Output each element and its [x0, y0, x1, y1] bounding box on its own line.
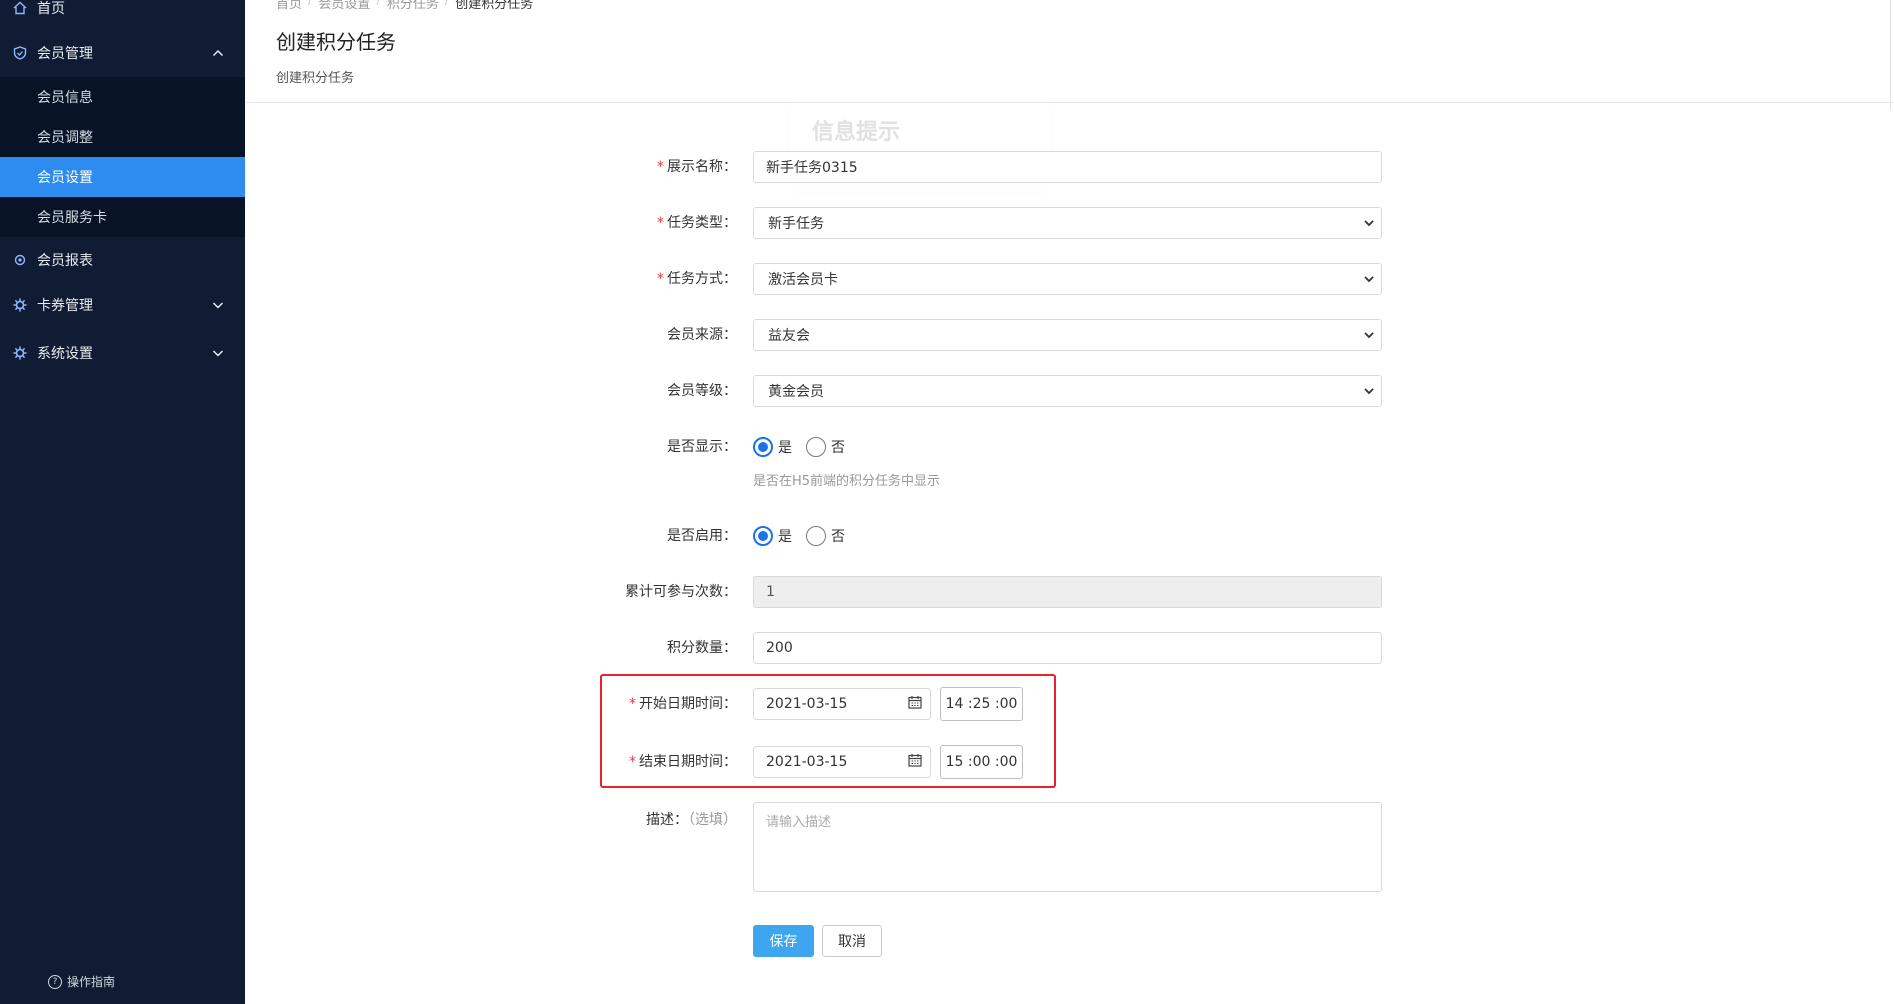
task-type-value: 新手任务 — [768, 216, 824, 232]
is-display-label: 是否显示： — [667, 439, 737, 455]
start-date-input[interactable]: 2021-03-15 — [753, 688, 931, 720]
breadcrumb-item[interactable]: 积分任务 — [387, 0, 439, 12]
is-display-radio-group: 是 否 — [753, 437, 859, 457]
member-source-select[interactable]: 益友会 — [753, 319, 1382, 351]
participation-count-input — [753, 576, 1382, 608]
points-input[interactable] — [753, 632, 1382, 664]
content-border — [1890, 0, 1891, 110]
gear-icon — [13, 253, 27, 267]
sidebar-subitem-label: 会员服务卡 — [37, 210, 107, 226]
member-source-label: 会员来源： — [667, 327, 737, 343]
sidebar-item-label: 系统设置 — [37, 346, 93, 362]
is-display-hint: 是否在H5前端的积分任务中显示 — [753, 474, 941, 489]
breadcrumb: 首页 / 会员设置 / 积分任务 / 创建积分任务 — [276, 0, 533, 12]
member-level-label: 会员等级： — [667, 383, 737, 399]
display-name-label: * 展示名称： — [657, 159, 737, 175]
start-time-input[interactable]: 14 :25 :00 — [940, 687, 1023, 721]
end-time-input[interactable]: 15 :00 :00 — [940, 745, 1023, 779]
header-divider — [245, 102, 1894, 103]
sidebar-subitem-member-info[interactable]: 会员信息 — [0, 77, 245, 117]
sidebar-item-label: 会员管理 — [37, 46, 93, 62]
cog-icon — [13, 346, 27, 360]
breadcrumb-separator: / — [376, 0, 381, 8]
sidebar-item-label: 会员报表 — [37, 253, 93, 269]
radio-label-yes: 是 — [778, 529, 792, 545]
chevron-down-icon — [1363, 273, 1375, 285]
shield-icon — [13, 46, 27, 60]
sidebar-subitem-label: 会员信息 — [37, 90, 93, 106]
sidebar-item-label: 卡券管理 — [37, 298, 93, 314]
task-method-label: * 任务方式： — [657, 271, 737, 287]
is-display-yes-radio[interactable] — [753, 437, 773, 457]
cog-icon — [13, 298, 27, 312]
breadcrumb-current: 创建积分任务 — [455, 0, 534, 12]
sidebar-item-member-management[interactable]: 会员管理 — [0, 33, 245, 73]
operation-guide-link[interactable]: ? 操作指南 — [48, 973, 115, 990]
is-enabled-radio-group: 是 否 — [753, 526, 859, 546]
calendar-icon[interactable] — [908, 753, 922, 771]
breadcrumb-separator: / — [308, 0, 313, 8]
sidebar-subitem-member-adjust[interactable]: 会员调整 — [0, 117, 245, 157]
radio-label-no: 否 — [831, 529, 845, 545]
sidebar-subitem-label: 会员调整 — [37, 130, 93, 146]
sidebar-item-member-report[interactable]: 会员报表 — [0, 240, 245, 280]
task-type-label: * 任务类型： — [657, 215, 737, 231]
save-button[interactable]: 保存 — [753, 925, 814, 957]
member-submenu: 会员信息 会员调整 会员设置 会员服务卡 — [0, 77, 245, 237]
chevron-down-icon — [1363, 385, 1375, 397]
task-method-select[interactable]: 激活会员卡 — [753, 263, 1382, 295]
chevron-up-icon — [211, 46, 225, 60]
cancel-button[interactable]: 取消 — [822, 925, 882, 957]
sidebar-subitem-member-settings[interactable]: 会员设置 — [0, 157, 245, 197]
toast-title: 信息提示 — [812, 120, 901, 145]
points-label: 积分数量： — [667, 640, 737, 656]
start-date-value: 2021-03-15 — [766, 696, 848, 712]
sidebar-subitem-member-service-card[interactable]: 会员服务卡 — [0, 197, 245, 237]
page-title: 创建积分任务 — [276, 30, 396, 54]
end-date-value: 2021-03-15 — [766, 754, 848, 770]
breadcrumb-separator: / — [444, 0, 450, 8]
member-source-value: 益友会 — [768, 328, 810, 344]
chevron-down-icon — [1363, 217, 1375, 229]
radio-label-no: 否 — [831, 440, 845, 456]
is-enabled-yes-radio[interactable] — [753, 526, 773, 546]
page-subtitle: 创建积分任务 — [276, 71, 355, 86]
sidebar-subitem-label: 会员设置 — [37, 170, 93, 186]
is-enabled-no-radio[interactable] — [806, 526, 826, 546]
is-enabled-label: 是否启用： — [667, 528, 737, 544]
breadcrumb-item[interactable]: 会员设置 — [318, 0, 370, 12]
task-method-value: 激活会员卡 — [768, 272, 838, 288]
chevron-down-icon — [211, 298, 225, 312]
chevron-down-icon — [211, 346, 225, 360]
is-display-no-radio[interactable] — [806, 437, 826, 457]
description-textarea[interactable] — [753, 802, 1382, 892]
end-datetime-label: * 结束日期时间： — [629, 754, 737, 770]
participation-count-label: 累计可参与次数： — [625, 584, 737, 600]
radio-label-yes: 是 — [778, 440, 792, 456]
app-root: 首页 会员管理 会员信息 会员调整 会员设置 会员服务卡 会员报表 卡券管理 系… — [0, 0, 1894, 1004]
chevron-down-icon — [1363, 329, 1375, 341]
sidebar-item-label: 首页 — [37, 1, 65, 17]
member-level-select[interactable]: 黄金会员 — [753, 375, 1382, 407]
sidebar-item-home[interactable]: 首页 — [0, 0, 245, 28]
sidebar-item-coupon-management[interactable]: 卡券管理 — [0, 285, 245, 325]
description-label: 描述：（选填） — [646, 812, 737, 828]
home-icon — [13, 1, 27, 15]
member-level-value: 黄金会员 — [768, 384, 824, 400]
end-time-value: 15 :00 :00 — [945, 754, 1018, 770]
display-name-input[interactable] — [753, 151, 1382, 183]
task-type-select[interactable]: 新手任务 — [753, 207, 1382, 239]
start-time-value: 14 :25 :00 — [945, 696, 1018, 712]
help-circle-icon: ? — [48, 974, 62, 989]
start-datetime-label: * 开始日期时间： — [629, 696, 737, 712]
end-date-input[interactable]: 2021-03-15 — [753, 746, 931, 778]
operation-guide-label: 操作指南 — [67, 975, 116, 989]
sidebar-item-system-settings[interactable]: 系统设置 — [0, 333, 245, 373]
sidebar: 首页 会员管理 会员信息 会员调整 会员设置 会员服务卡 会员报表 卡券管理 系… — [0, 0, 245, 1004]
breadcrumb-item[interactable]: 首页 — [276, 0, 302, 12]
calendar-icon[interactable] — [908, 695, 922, 713]
